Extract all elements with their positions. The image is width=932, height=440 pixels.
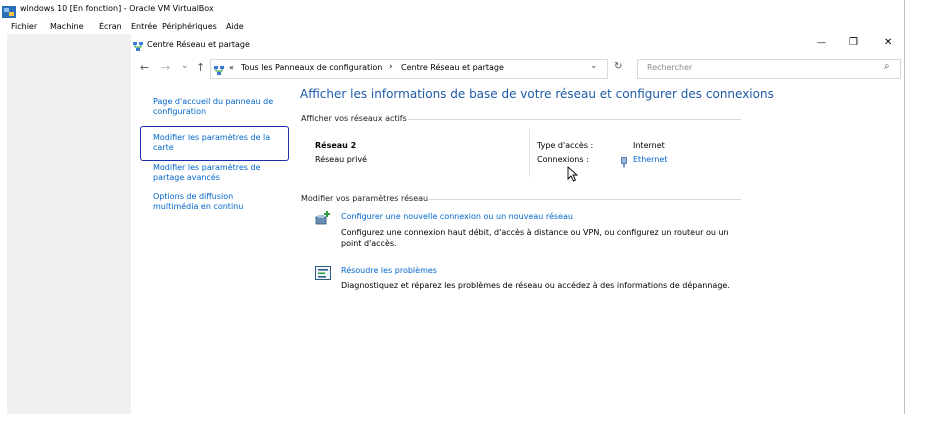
new-connection-icon bbox=[315, 210, 331, 230]
sidebar-item-streaming-line2: multimédia en continu bbox=[153, 202, 244, 211]
maximize-button[interactable]: ❐ bbox=[849, 37, 858, 48]
virtualbox-title-bar: windows 10 [En fonction] - Oracle VM Vir… bbox=[0, 0, 932, 20]
virtualbox-window-title: windows 10 [En fonction] - Oracle VM Vir… bbox=[20, 4, 214, 13]
virtualbox-menubar: Fichier Machine Écran Entrée Périphériqu… bbox=[0, 20, 932, 34]
close-button[interactable]: ✕ bbox=[884, 37, 892, 48]
modify-settings-divider bbox=[429, 199, 741, 200]
sidebar-item-adapter-line1: Modifier les paramètres de la bbox=[153, 133, 271, 142]
access-type-value: Internet bbox=[633, 141, 665, 150]
sidebar-item-streaming[interactable]: Options de diffusion multimédia en conti… bbox=[153, 192, 243, 212]
sidebar-item-adapter-settings[interactable]: Modifier les paramètres de la carte bbox=[153, 133, 270, 153]
modify-settings-label: Modifier vos paramètres réseau bbox=[301, 194, 429, 203]
sidebar-item-sharing-line2: partage avancés bbox=[153, 173, 220, 182]
menu-machine[interactable]: Machine bbox=[50, 22, 84, 31]
recent-locations-icon[interactable]: ⌄ bbox=[181, 61, 189, 71]
connections-label: Connexions : bbox=[537, 155, 589, 164]
sidebar-item-adapter-line2: carte bbox=[153, 143, 174, 152]
network-info-divider bbox=[529, 129, 530, 177]
breadcrumb-item-centre-reseau[interactable]: Centre Réseau et partage bbox=[401, 63, 504, 72]
virtualbox-app-icon bbox=[2, 3, 16, 18]
control-panel-icon bbox=[213, 62, 225, 81]
search-placeholder: Rechercher bbox=[647, 63, 693, 72]
troubleshoot-desc: Diagnostiquez et réparez les problèmes d… bbox=[341, 281, 730, 290]
host-bottom-area bbox=[0, 414, 932, 440]
menu-ecran[interactable]: Écran bbox=[99, 22, 122, 31]
page-heading: Afficher les informations de base de vot… bbox=[300, 87, 774, 101]
menu-entree[interactable]: Entrée bbox=[131, 22, 157, 31]
breadcrumb-separator: › bbox=[389, 62, 393, 72]
sidebar-item-streaming-line1: Options de diffusion bbox=[153, 192, 234, 201]
network-type: Réseau privé bbox=[315, 155, 367, 164]
sidebar-item-home-line2: configuration bbox=[153, 107, 207, 116]
sidebar-item-sharing-line1: Modifier les paramètres de bbox=[153, 163, 261, 172]
ethernet-icon bbox=[620, 153, 628, 172]
up-arrow-icon[interactable]: ↑ bbox=[196, 61, 205, 74]
sidebar-item-home-line1: Page d'accueil du panneau de bbox=[153, 97, 274, 106]
address-dropdown-icon[interactable]: ⌄ bbox=[590, 61, 598, 71]
active-networks-label: Afficher vos réseaux actifs bbox=[301, 114, 407, 123]
new-connection-link[interactable]: Configurer une nouvelle connexion ou un … bbox=[341, 212, 573, 221]
sidebar-item-home[interactable]: Page d'accueil du panneau de configurati… bbox=[153, 97, 273, 117]
access-type-label: Type d'accès : bbox=[537, 141, 594, 150]
breadcrumb-item-panneaux[interactable]: Tous les Panneaux de configuration bbox=[241, 63, 382, 72]
network-center-icon bbox=[132, 38, 144, 57]
search-icon[interactable]: ⌕ bbox=[884, 61, 890, 72]
menu-aide[interactable]: Aide bbox=[226, 22, 244, 31]
refresh-icon[interactable]: ↻ bbox=[614, 61, 622, 72]
minimize-button[interactable]: — bbox=[817, 38, 826, 48]
title-bar-left-strip bbox=[7, 34, 131, 55]
menu-peripheriques[interactable]: Périphériques bbox=[162, 22, 217, 31]
sidebar-item-advanced-sharing[interactable]: Modifier les paramètres de partage avanc… bbox=[153, 163, 261, 183]
new-connection-desc-line1: Configurez une connexion haut débit, d'a… bbox=[341, 228, 729, 237]
breadcrumb-overflow[interactable]: « bbox=[229, 63, 234, 72]
menu-fichier[interactable]: Fichier bbox=[11, 22, 37, 31]
mouse-cursor-icon bbox=[567, 165, 579, 186]
explorer-window-title: Centre Réseau et partage bbox=[147, 40, 250, 49]
troubleshoot-icon bbox=[315, 265, 331, 284]
back-arrow-icon[interactable]: ← bbox=[140, 61, 149, 74]
navigation-pane bbox=[7, 55, 131, 414]
active-networks-divider bbox=[408, 119, 741, 120]
window-border bbox=[904, 0, 905, 414]
new-connection-desc-line2: point d'accès. bbox=[341, 239, 397, 248]
forward-arrow-icon[interactable]: → bbox=[161, 61, 170, 74]
network-name: Réseau 2 bbox=[315, 141, 357, 150]
troubleshoot-link[interactable]: Résoudre les problèmes bbox=[341, 266, 437, 275]
ethernet-link[interactable]: Ethernet bbox=[633, 155, 667, 164]
